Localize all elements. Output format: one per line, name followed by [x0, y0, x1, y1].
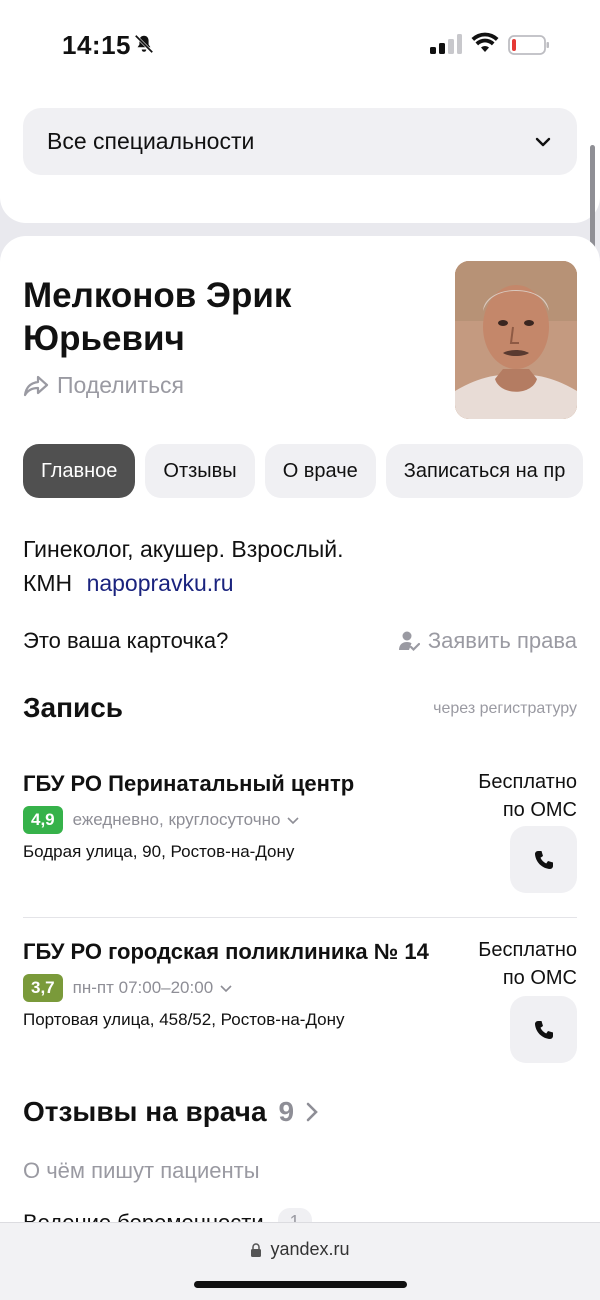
clinic-price: Бесплатно по ОМС [478, 768, 577, 824]
chevron-down-icon [220, 985, 232, 993]
browser-address-bar[interactable]: yandex.ru [0, 1222, 600, 1300]
claim-row: Это ваша карточка? Заявить права [23, 628, 577, 654]
tab-reviews[interactable]: Отзывы [145, 444, 255, 498]
wifi-icon [471, 32, 499, 52]
reviews-title: Отзывы на врача [23, 1096, 267, 1127]
chevron-down-icon [535, 137, 551, 147]
call-button[interactable] [510, 826, 577, 893]
patients-topics-heading: О чём пишут пациенты [23, 1158, 260, 1183]
chevron-down-icon [287, 817, 299, 825]
degree-line: КМН napopravku.ru [23, 566, 344, 600]
doctor-tabs: Главное Отзывы О враче Записаться на пр [23, 444, 584, 498]
specialty-dropdown-value: Все специальности [47, 128, 255, 154]
tab-about-doctor[interactable]: О враче [264, 444, 376, 498]
bell-muted-icon [134, 34, 154, 54]
clinic-hours-text: пн-пт 07:00–20:00 [72, 978, 214, 997]
call-button[interactable] [510, 996, 577, 1063]
doctor-photo [455, 261, 577, 419]
filter-card: Все специальности [0, 90, 600, 223]
source-link[interactable]: napopravku.ru [87, 570, 234, 596]
specialty-dropdown[interactable]: Все специальности [23, 108, 577, 175]
signal-icon [430, 34, 462, 54]
divider [23, 917, 577, 918]
degree: КМН [23, 570, 73, 596]
clinic-address: Бодрая улица, 90, Ростов-на-Дону [23, 842, 295, 861]
person-check-icon [398, 631, 420, 652]
url-text: yandex.ru [270, 1239, 350, 1259]
booking-via: через регистратуру [433, 700, 577, 717]
clinic-hours-text: ежедневно, круглосуточно [72, 810, 281, 829]
phone-icon [534, 1020, 553, 1039]
reviews-count: 9 [278, 1096, 295, 1127]
tab-main[interactable]: Главное [23, 444, 136, 498]
url-display[interactable]: yandex.ru [0, 1239, 600, 1260]
claim-rights-label: Заявить права [427, 628, 577, 653]
status-bar: 14:15 [0, 0, 600, 90]
share-button[interactable]: Поделиться [23, 372, 184, 399]
home-indicator[interactable] [194, 1281, 407, 1288]
price-line-1: Бесплатно [478, 939, 577, 961]
doctor-name: Мелконов Эрик Юрьевич [23, 276, 292, 358]
specialty-line: Гинеколог, акушер. Взрослый. [23, 536, 344, 562]
clinic-address: Портовая улица, 458/52, Ростов-на-Дону [23, 1010, 345, 1029]
clinic-item[interactable]: ГБУ РО городская поликлиника № 14 3,7 пн… [23, 936, 577, 1063]
claim-question: Это ваша карточка? [23, 628, 229, 653]
clinic-name[interactable]: ГБУ РО Перинатальный центр [23, 768, 443, 800]
clinic-price: Бесплатно по ОМС [478, 936, 577, 992]
price-line-2: по ОМС [502, 799, 577, 821]
share-label: Поделиться [57, 372, 185, 398]
chevron-right-icon [306, 1102, 318, 1122]
clinic-item[interactable]: ГБУ РО Перинатальный центр 4,9 ежедневно… [23, 768, 577, 893]
status-time: 14:15 [62, 30, 131, 60]
share-arrow-icon [23, 375, 49, 396]
rating-badge: 4,9 [23, 806, 63, 834]
price-line-1: Бесплатно [478, 771, 577, 793]
phone-icon [534, 850, 553, 869]
doctor-card: Мелконов Эрик Юрьевич Поделиться Главное… [0, 236, 600, 1300]
price-line-2: по ОМС [502, 967, 577, 989]
battery-low-icon [508, 35, 549, 55]
clinic-hours[interactable]: пн-пт 07:00–20:00 [73, 978, 234, 998]
claim-rights-button[interactable]: Заявить права [398, 628, 577, 654]
clinic-name[interactable]: ГБУ РО городская поликлиника № 14 [23, 936, 443, 968]
doctor-specialty: Гинеколог, акушер. Взрослый. КМН napopra… [23, 532, 344, 600]
clinic-hours[interactable]: ежедневно, круглосуточно [73, 810, 301, 830]
rating-badge: 3,7 [23, 974, 63, 1002]
booking-title: Запись [23, 692, 124, 723]
lock-icon [251, 1242, 262, 1257]
reviews-section-link[interactable]: Отзывы на врача 9 [23, 1096, 320, 1128]
tab-book-appointment[interactable]: Записаться на пр [385, 444, 584, 498]
